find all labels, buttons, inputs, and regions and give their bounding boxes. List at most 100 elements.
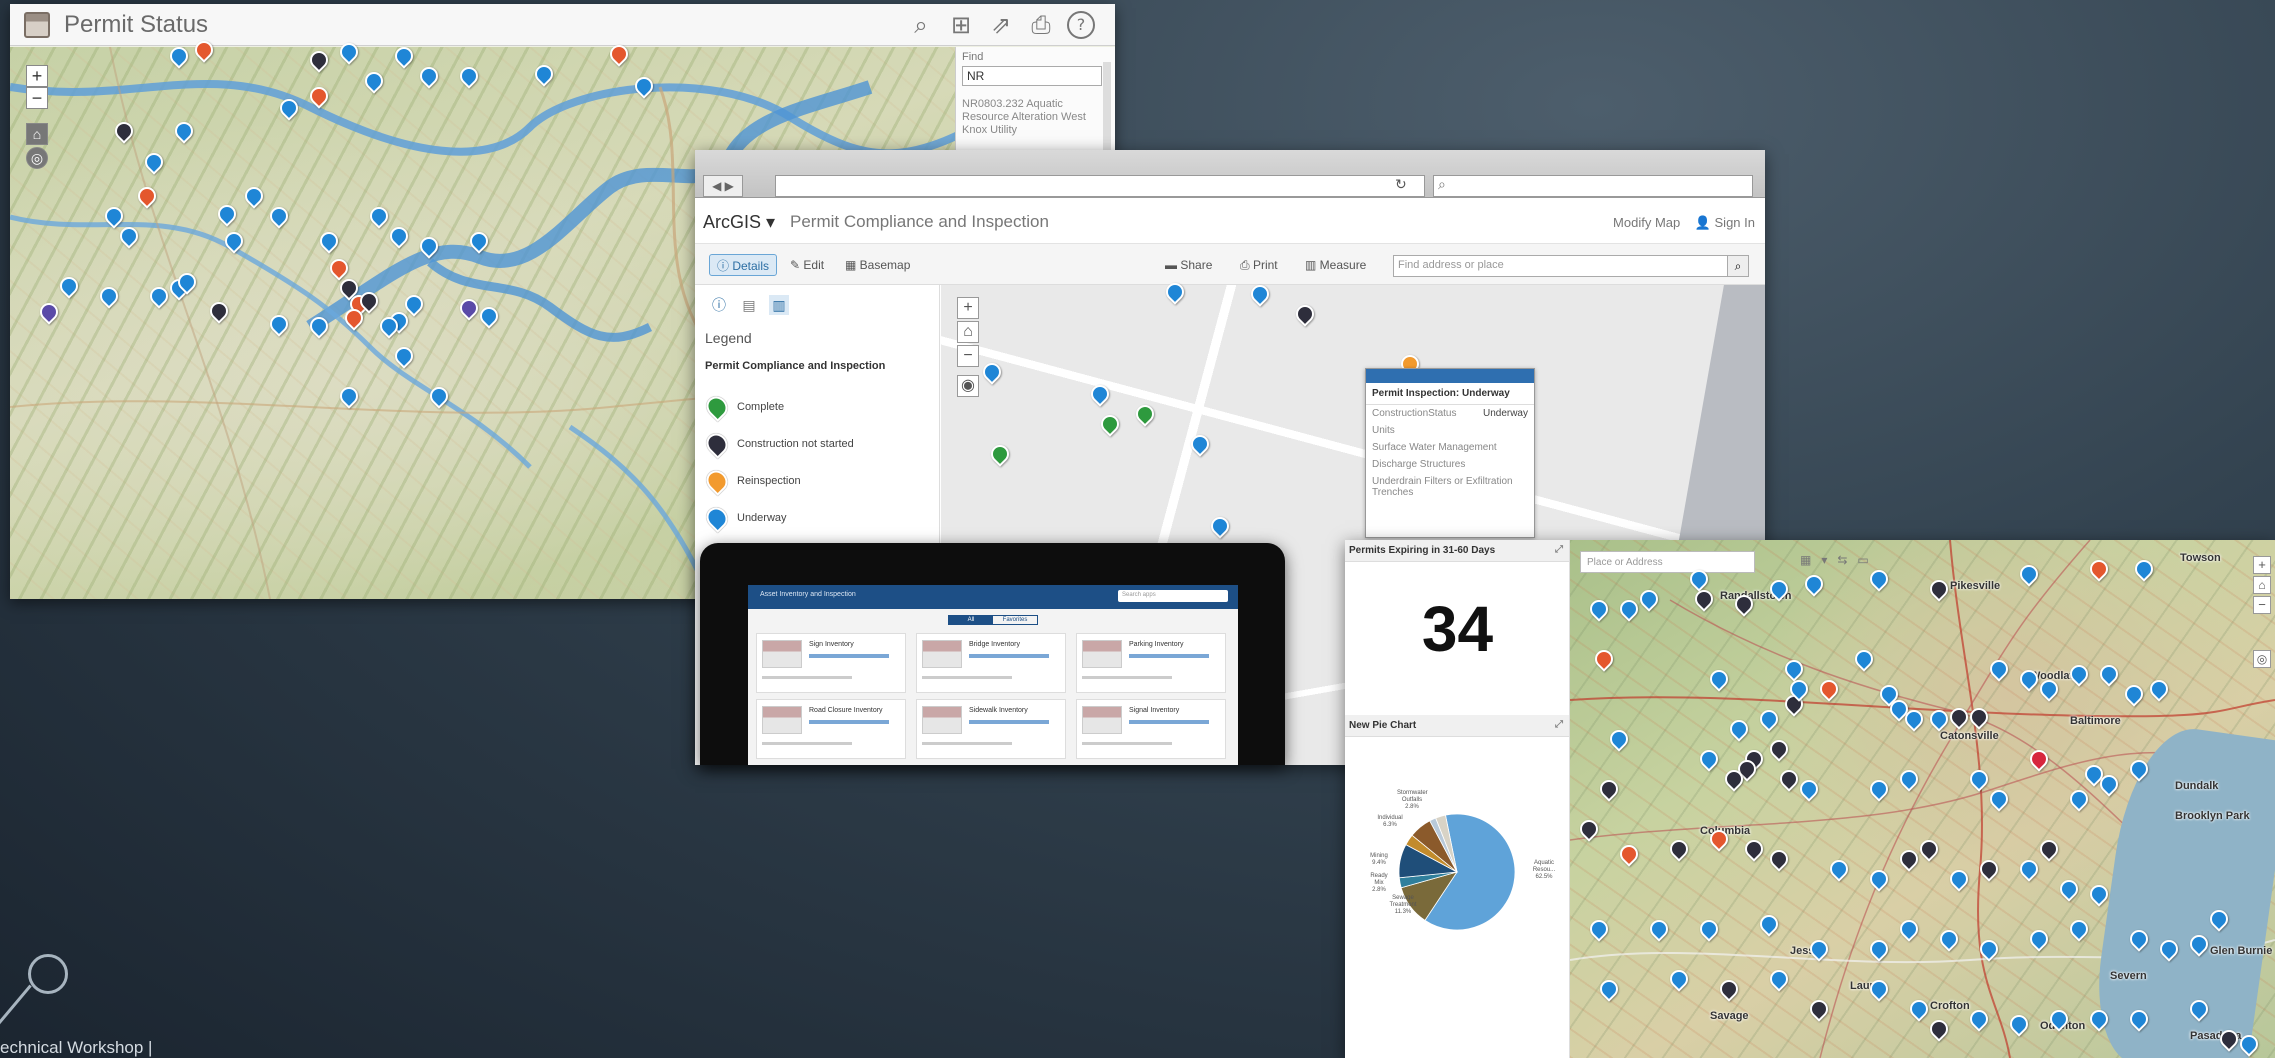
- details-button[interactable]: ⓘ Details: [709, 254, 777, 276]
- app-card[interactable]: Parking Inventory: [1076, 633, 1226, 693]
- zoom-in-button[interactable]: +: [957, 297, 979, 319]
- modify-map-link[interactable]: Modify Map: [1613, 215, 1680, 230]
- back-forward-buttons[interactable]: ◀ ▶: [703, 175, 743, 197]
- legend-item-reinspection: Reinspection: [702, 466, 801, 496]
- indicator-value: 34: [1421, 593, 1494, 665]
- basemap-button[interactable]: ▦ Basemap: [845, 254, 910, 276]
- map-pin[interactable]: [1132, 401, 1158, 427]
- map-pin[interactable]: [1187, 431, 1213, 457]
- map-pin[interactable]: [987, 441, 1013, 467]
- basemap-gallery-icon[interactable]: ⊞: [947, 11, 975, 39]
- expand-icon[interactable]: ⤢: [1555, 719, 1563, 730]
- measure-button[interactable]: ▥ Measure: [1305, 254, 1366, 276]
- reload-icon[interactable]: ↻: [1395, 176, 1407, 193]
- map-title: Permit Compliance and Inspection: [790, 212, 1049, 231]
- arcgis-brand-menu[interactable]: ArcGIS ▾: [703, 212, 775, 233]
- town-label: Dundalk: [2175, 780, 2219, 792]
- print-button[interactable]: ⎙ Print: [1240, 254, 1278, 276]
- locate-icon[interactable]: ◎: [26, 147, 48, 169]
- slide-decoration-circle: [28, 954, 68, 994]
- town-label: Baltimore: [2070, 715, 2121, 727]
- popup-title: Permit Inspection: Underway: [1366, 383, 1534, 405]
- header-links: Modify Map 👤 Sign In: [1613, 215, 1755, 231]
- print-icon[interactable]: ⎙: [1027, 11, 1055, 39]
- map-toolbar-icons[interactable]: ▦▾⇆▭: [1800, 553, 1879, 567]
- tablet-segment-control[interactable]: All Favorites: [948, 615, 1038, 625]
- card-thumbnail: [1082, 706, 1122, 734]
- operations-dashboard: Permits Expiring in 31-60 Days ⤢ 34 New P…: [1345, 540, 2275, 1058]
- card-thumbnail: [762, 706, 802, 734]
- home-icon[interactable]: ⌂: [2253, 576, 2271, 594]
- legend-item-not-started: Construction not started: [702, 429, 854, 459]
- search-icon[interactable]: ⌕: [907, 11, 935, 39]
- zoom-in-button[interactable]: +: [2253, 556, 2271, 574]
- complete-symbol-icon: [702, 392, 732, 422]
- pie-label-mining: Mining 9.4%: [1370, 853, 1388, 866]
- edit-button[interactable]: ✎ Edit: [790, 254, 824, 276]
- town-label: Towson: [2180, 552, 2221, 564]
- card-thumbnail: [922, 706, 962, 734]
- zoom-out-button[interactable]: −: [957, 345, 979, 367]
- arcgis-header: ArcGIS ▾ Permit Compliance and Inspectio…: [695, 198, 1765, 243]
- find-address-search-icon[interactable]: ⌕: [1727, 255, 1749, 277]
- home-icon[interactable]: ⌂: [957, 321, 979, 343]
- legend-tab-icon[interactable]: ▥: [769, 295, 789, 315]
- share-icon[interactable]: ⇗: [987, 11, 1015, 39]
- pie-chart[interactable]: [1345, 737, 1570, 1058]
- underway-symbol-icon: [702, 503, 732, 533]
- zoom-out-button[interactable]: −: [26, 87, 48, 109]
- tablet-app-title: Asset Inventory and Inspection: [760, 591, 856, 598]
- app-card[interactable]: Road Closure Inventory: [756, 699, 906, 759]
- help-icon[interactable]: ?: [1067, 11, 1095, 39]
- pie-chart-panel: New Pie Chart ⤢ Stormwater Outfalls 2.8% …: [1345, 715, 1570, 1058]
- map-toolbar: ⓘ Details ✎ Edit ▦ Basemap ▬ Share ⎙ Pri…: [695, 243, 1765, 285]
- browser-search-box[interactable]: ⌕: [1433, 175, 1753, 197]
- map-pin[interactable]: [1097, 411, 1123, 437]
- find-panel: Find NR NR0803.232 Aquatic Resource Alte…: [955, 47, 1115, 157]
- map-pin[interactable]: [1247, 281, 1273, 307]
- reinspection-symbol-icon: [702, 466, 732, 496]
- inspection-popup: Permit Inspection: Underway Construction…: [1365, 368, 1535, 538]
- address-bar[interactable]: [775, 175, 1425, 197]
- zoom-in-button[interactable]: +: [26, 65, 48, 87]
- not-started-symbol-icon: [702, 429, 732, 459]
- home-icon[interactable]: ⌂: [26, 123, 48, 145]
- dashboard-map[interactable]: Place or Address ▦▾⇆▭ + ⌂ − ◎ Randallsto…: [1570, 540, 2275, 1058]
- about-tab-icon[interactable]: ⓘ: [709, 295, 729, 315]
- pie-label-stormwater: Stormwater Outfalls 2.8%: [1397, 790, 1428, 810]
- permit-status-title: Permit Status: [64, 10, 209, 38]
- content-tab-icon[interactable]: ▤: [739, 295, 759, 315]
- place-address-search[interactable]: Place or Address: [1580, 551, 1755, 573]
- find-result-item[interactable]: NR0803.232 Aquatic Resource Alteration W…: [962, 98, 1092, 137]
- find-panel-scrollbar[interactable]: [1103, 62, 1111, 152]
- app-card[interactable]: Signal Inventory: [1076, 699, 1226, 759]
- popup-title-bar: [1366, 369, 1534, 383]
- expand-icon[interactable]: ⤢: [1555, 544, 1563, 555]
- app-card[interactable]: Sign Inventory: [756, 633, 906, 693]
- app-logo-icon: [24, 11, 50, 38]
- locate-icon[interactable]: ◉: [957, 375, 979, 397]
- segment-favorites[interactable]: Favorites: [993, 616, 1037, 624]
- legend-layer-title: Permit Compliance and Inspection: [705, 360, 886, 372]
- find-label: Find: [962, 51, 984, 63]
- map-pin[interactable]: [979, 359, 1005, 385]
- tablet-search-input[interactable]: Search apps: [1118, 590, 1228, 602]
- town-label: Crofton: [1930, 1000, 1970, 1012]
- segment-all[interactable]: All: [949, 616, 993, 624]
- map-pin[interactable]: [1087, 381, 1113, 407]
- town-label: Pikesville: [1950, 580, 2001, 592]
- map-pin[interactable]: [1292, 301, 1318, 327]
- pie-label-individual: Individual 6.3%: [1377, 815, 1403, 828]
- town-label: Savage: [1710, 1010, 1749, 1022]
- sign-in-link[interactable]: Sign In: [1715, 215, 1755, 230]
- app-card[interactable]: Bridge Inventory: [916, 633, 1066, 693]
- share-button[interactable]: ▬ Share: [1165, 254, 1212, 276]
- map-pin[interactable]: [1207, 513, 1233, 539]
- find-address-input[interactable]: Find address or place: [1393, 255, 1733, 277]
- zoom-out-button[interactable]: −: [2253, 596, 2271, 614]
- locate-icon[interactable]: ◎: [2253, 650, 2271, 668]
- popup-row-status: ConstructionStatus Underway: [1372, 408, 1528, 419]
- card-thumbnail: [922, 640, 962, 668]
- app-card[interactable]: Sidewalk Inventory: [916, 699, 1066, 759]
- find-input[interactable]: NR: [962, 66, 1102, 86]
